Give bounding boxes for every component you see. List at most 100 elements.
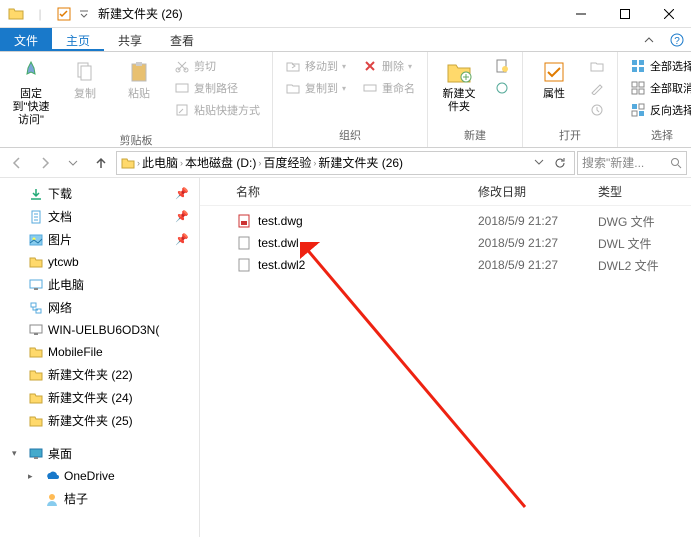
nav-juzi[interactable]: 桔子 xyxy=(8,487,199,510)
column-name[interactable]: 名称 xyxy=(228,183,478,200)
refresh-icon[interactable] xyxy=(550,157,570,169)
paste-shortcut-button[interactable]: 粘贴快捷方式 xyxy=(170,100,264,120)
search-input[interactable]: 搜索"新建... xyxy=(577,151,687,175)
cut-button[interactable]: 剪切 xyxy=(170,56,264,76)
breadcrumb-seg[interactable]: 本地磁盘 (D:)› xyxy=(185,154,261,171)
tab-share[interactable]: 共享 xyxy=(104,28,156,51)
nav-pictures[interactable]: 图片📌 xyxy=(8,228,199,251)
breadcrumb-seg[interactable]: 百度经验› xyxy=(263,154,316,171)
expand-icon[interactable]: ▸ xyxy=(28,471,40,482)
address-bar: › 此电脑› 本地磁盘 (D:)› 百度经验› 新建文件夹 (26) 搜索"新建… xyxy=(0,148,691,178)
help-icon[interactable]: ? xyxy=(663,28,691,51)
nav-ytcwb[interactable]: ytcwb xyxy=(8,251,199,273)
navigation-pane[interactable]: 下载📌 文档📌 图片📌 ytcwb 此电脑 网络 WIN-UELBU6OD3N(… xyxy=(0,178,200,537)
new-folder-button[interactable]: 新建文件夹 xyxy=(436,56,482,116)
main-area: 下载📌 文档📌 图片📌 ytcwb 此电脑 网络 WIN-UELBU6OD3N(… xyxy=(0,178,691,537)
nav-onedrive[interactable]: ▸OneDrive xyxy=(8,465,199,487)
nav-win-machine[interactable]: WIN-UELBU6OD3N( xyxy=(8,319,199,341)
column-type[interactable]: 类型 xyxy=(598,183,691,200)
select-none-button[interactable]: 全部取消 xyxy=(626,78,691,98)
ribbon-group-new: 新建文件夹 新建 xyxy=(428,52,523,147)
nav-downloads[interactable]: 下载📌 xyxy=(8,182,199,205)
window-controls xyxy=(559,0,691,28)
properties-icon xyxy=(540,58,568,86)
select-all-icon xyxy=(630,58,646,74)
properties-button[interactable]: 属性 xyxy=(531,56,577,103)
nav-this-pc[interactable]: 此电脑 xyxy=(8,273,199,296)
delete-button[interactable]: 删除▾ xyxy=(358,56,419,76)
maximize-button[interactable] xyxy=(603,0,647,28)
move-to-button[interactable]: 移动到▾ xyxy=(281,56,350,76)
nav-up-button[interactable] xyxy=(88,150,114,176)
pin-to-quick-access-button[interactable]: 固定到"快速访问" xyxy=(8,56,54,130)
copy-button[interactable]: 复制 xyxy=(62,56,108,103)
invert-selection-button[interactable]: 反向选择 xyxy=(626,100,691,120)
history-button[interactable] xyxy=(585,100,609,120)
copy-to-button[interactable]: 复制到▾ xyxy=(281,78,350,98)
file-list[interactable]: test.dwg2018/5/9 21:27DWG 文件test.dwl2018… xyxy=(200,206,691,537)
copy-path-icon xyxy=(174,80,190,96)
nav-nf24[interactable]: 新建文件夹 (24) xyxy=(8,386,199,409)
nav-documents[interactable]: 文档📌 xyxy=(8,205,199,228)
breadcrumb-dropdown-icon[interactable] xyxy=(530,157,548,169)
breadcrumb-seg[interactable]: 新建文件夹 (26) xyxy=(318,154,403,171)
user-icon xyxy=(44,491,60,507)
nav-mobilefile[interactable]: MobileFile xyxy=(8,341,199,363)
copy-path-button[interactable]: 复制路径 xyxy=(170,78,264,98)
edit-icon xyxy=(589,80,605,96)
pin-icon: 📌 xyxy=(175,187,195,200)
rename-button[interactable]: 重命名 xyxy=(358,78,419,98)
breadcrumb-seg[interactable]: 此电脑› xyxy=(142,154,183,171)
nav-desktop[interactable]: ▾桌面 xyxy=(8,442,199,465)
nav-network-item[interactable]: 网络 xyxy=(8,296,199,319)
file-name: test.dwl xyxy=(258,236,299,250)
group-label-new: 新建 xyxy=(436,125,514,143)
edit-button[interactable] xyxy=(585,78,609,98)
copy-to-icon xyxy=(285,80,301,96)
nav-forward-button[interactable] xyxy=(32,150,58,176)
minimize-button[interactable] xyxy=(559,0,603,28)
rename-icon xyxy=(362,80,378,96)
downloads-icon xyxy=(28,186,44,202)
tab-file[interactable]: 文件 xyxy=(0,28,52,51)
properties-qat-icon[interactable] xyxy=(54,4,74,24)
folder-icon xyxy=(28,367,44,383)
folder-app-icon[interactable] xyxy=(6,4,26,24)
history-icon xyxy=(589,102,605,118)
tab-view[interactable]: 查看 xyxy=(156,28,208,51)
new-item-button[interactable] xyxy=(490,56,514,76)
ribbon-collapse-icon[interactable] xyxy=(635,28,663,51)
ribbon-tabs: 文件 主页 共享 查看 ? xyxy=(0,28,691,52)
file-row[interactable]: test.dwl22018/5/9 21:27DWL2 文件 xyxy=(200,254,691,276)
qat-dropdown-icon[interactable] xyxy=(78,4,90,24)
desktop-icon xyxy=(28,446,44,462)
pin-icon: 📌 xyxy=(175,233,195,246)
folder-icon xyxy=(28,413,44,429)
pin-icon: 📌 xyxy=(175,210,195,223)
breadcrumb[interactable]: › 此电脑› 本地磁盘 (D:)› 百度经验› 新建文件夹 (26) xyxy=(116,151,575,175)
tab-home[interactable]: 主页 xyxy=(52,28,104,51)
chevron-right-icon[interactable]: › xyxy=(137,158,140,168)
collapse-icon[interactable]: ▾ xyxy=(12,448,24,459)
file-row[interactable]: test.dwl2018/5/9 21:27DWL 文件 xyxy=(200,232,691,254)
open-button[interactable] xyxy=(585,56,609,76)
close-button[interactable] xyxy=(647,0,691,28)
select-all-button[interactable]: 全部选择 xyxy=(626,56,691,76)
new-item-icon xyxy=(494,58,510,74)
pin-icon xyxy=(17,58,45,86)
nav-nf25[interactable]: 新建文件夹 (25) xyxy=(8,409,199,432)
file-date: 2018/5/9 21:27 xyxy=(478,258,598,272)
folder-icon xyxy=(28,344,44,360)
svg-text:?: ? xyxy=(674,36,680,47)
column-date[interactable]: 修改日期 xyxy=(478,183,598,200)
nav-nf22[interactable]: 新建文件夹 (22) xyxy=(8,363,199,386)
onedrive-icon xyxy=(44,468,60,484)
file-row[interactable]: test.dwg2018/5/9 21:27DWG 文件 xyxy=(200,210,691,232)
paste-button[interactable]: 粘贴 xyxy=(116,56,162,103)
group-label-open: 打开 xyxy=(531,125,609,143)
nav-recent-dropdown[interactable] xyxy=(60,150,86,176)
file-type: DWG 文件 xyxy=(598,213,691,230)
nav-back-button[interactable] xyxy=(4,150,30,176)
ribbon-group-open: 属性 打开 xyxy=(523,52,618,147)
easy-access-button[interactable] xyxy=(490,78,514,98)
